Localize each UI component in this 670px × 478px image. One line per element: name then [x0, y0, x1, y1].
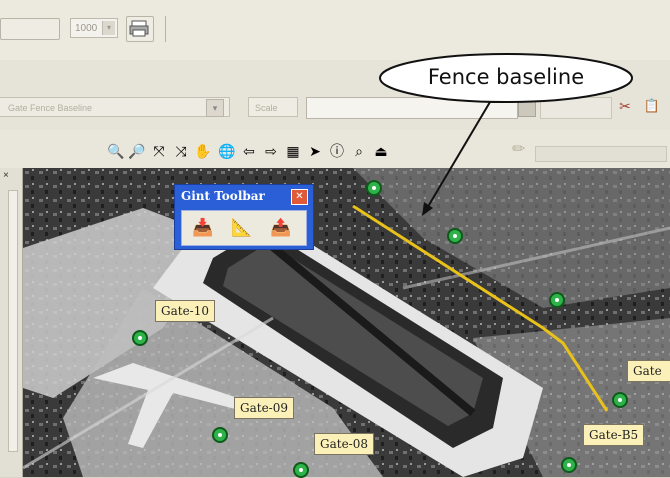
clipboard-icon[interactable]: 📋 — [642, 96, 662, 116]
full-extent-icon[interactable]: ⤧ — [150, 142, 168, 160]
gate-marker[interactable] — [366, 180, 382, 196]
callout-bubble: Fence baseline — [378, 52, 634, 104]
export-icon[interactable]: 📤 — [268, 215, 294, 241]
panel-scrollbar[interactable] — [8, 190, 18, 452]
fixed-zoom-icon[interactable]: ⤨ — [172, 142, 190, 160]
gate-label-partial: Gate — [627, 360, 670, 382]
select-features-icon[interactable]: ▦ — [284, 142, 302, 160]
callout-label: Fence baseline — [427, 65, 585, 89]
gate-marker[interactable] — [561, 457, 577, 473]
address-field[interactable]: Gate Fence Baseline — [0, 97, 230, 117]
chevron-down-icon[interactable]: ▾ — [102, 21, 115, 35]
gate-marker[interactable] — [293, 462, 309, 478]
edit-points-icon[interactable]: 📐 — [229, 215, 255, 241]
gate-marker[interactable] — [447, 228, 463, 244]
map-view[interactable] — [23, 168, 670, 477]
zoom-in-icon[interactable]: 🔍 — [107, 142, 125, 160]
gate-marker[interactable] — [212, 427, 228, 443]
toolbar-button[interactable] — [0, 18, 60, 40]
gint-toolbar-window[interactable]: Gint Toolbar ✕ 📥 📐 📤 — [174, 184, 314, 250]
gate-marker[interactable] — [612, 392, 628, 408]
forward-extent-icon[interactable]: ⇨ — [262, 142, 280, 160]
gate-label-09: Gate-09 — [234, 397, 294, 419]
pointer-icon[interactable]: ➤ — [306, 142, 324, 160]
chevron-down-icon[interactable]: ▾ — [206, 99, 224, 117]
zoom-combo[interactable]: 1000 ▾ — [70, 18, 118, 38]
zoom-out-icon[interactable]: 🔎 — [128, 142, 146, 160]
pan-hand-icon[interactable]: ✋ — [194, 142, 212, 160]
gate-marker[interactable] — [132, 330, 148, 346]
gint-toolbar-body: 📥 📐 📤 — [181, 210, 307, 246]
table-of-contents-panel: × — [0, 168, 23, 477]
close-icon[interactable]: × — [3, 170, 17, 182]
close-icon[interactable]: ✕ — [291, 189, 308, 205]
find-binoculars-icon[interactable]: ⌕ — [350, 142, 368, 160]
globe-icon[interactable]: 🌐 — [218, 142, 236, 160]
gint-toolbar-title: Gint Toolbar — [181, 189, 265, 203]
identify-icon[interactable]: ⓘ — [328, 142, 346, 160]
zoom-combo-value: 1000 — [75, 23, 98, 34]
print-icon[interactable] — [126, 16, 154, 42]
back-extent-icon[interactable]: ⇦ — [240, 142, 258, 160]
gate-marker[interactable] — [549, 292, 565, 308]
fence-baseline-line — [352, 204, 609, 412]
pencil-icon[interactable]: ✏ — [512, 140, 526, 160]
gate-label-08: Gate-08 — [314, 433, 374, 455]
measure-icon[interactable]: ⏏ — [372, 142, 390, 160]
scale-field[interactable]: Scale — [248, 97, 298, 117]
gate-label-b5: Gate-B5 — [583, 424, 645, 446]
add-data-icon[interactable]: 📥 — [190, 215, 216, 241]
toolbar-divider — [165, 16, 166, 42]
gate-label-10: Gate-10 — [155, 300, 215, 322]
editor-dropdown[interactable] — [535, 146, 667, 162]
